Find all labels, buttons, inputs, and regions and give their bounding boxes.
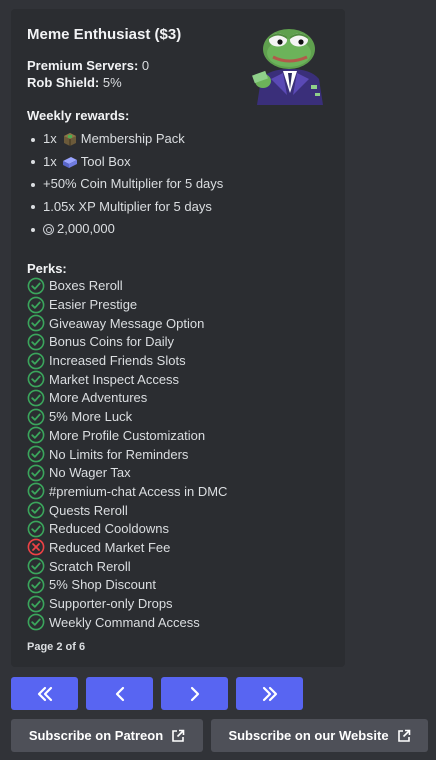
cross-circle-icon	[27, 539, 45, 556]
reward-item: 2,000,000	[27, 218, 329, 241]
weekly-rewards-list: 1x Membership Pack 1x Tool Box +50% Coin…	[27, 128, 329, 241]
pagination-buttons	[11, 677, 303, 710]
perk-item: Giveaway Message Option	[27, 314, 329, 333]
check-circle-icon	[27, 389, 45, 407]
tool-box-icon	[62, 156, 77, 168]
tier-embed: Meme Enthusiast ($3) Premium Servers: 0 …	[11, 9, 345, 667]
perk-item: Market Inspect Access	[27, 370, 329, 389]
perk-label: Scratch Reroll	[49, 558, 131, 574]
perk-label: Giveaway Message Option	[49, 315, 205, 331]
perk-item: Reduced Market Fee	[27, 538, 329, 557]
perk-label: Weekly Command Access	[49, 614, 200, 630]
perk-item: 5% Shop Discount	[27, 576, 329, 595]
perks-list: Boxes Reroll Easier Prestige Giveaway Mess…	[27, 277, 329, 632]
first-page-button[interactable]	[11, 677, 78, 710]
perk-item: Scratch Reroll	[27, 557, 329, 576]
perk-item: No Limits for Reminders	[27, 445, 329, 464]
rob-shield-label: Rob Shield:	[27, 75, 100, 90]
reward-text: 1.05x XP Multiplier for 5 days	[43, 198, 212, 214]
check-circle-icon	[27, 520, 45, 538]
weekly-rewards-heading: Weekly rewards:	[27, 108, 130, 123]
perk-item: Easier Prestige	[27, 295, 329, 314]
subscribe-links: Subscribe on Patreon Subscribe on our We…	[11, 719, 428, 752]
perk-label: Boxes Reroll	[49, 278, 123, 294]
reward-qty: 1x	[43, 131, 57, 146]
perk-item: More Profile Customization	[27, 426, 329, 445]
coin-icon	[43, 223, 54, 235]
perk-label: More Profile Customization	[49, 427, 206, 443]
subscribe-patreon-label: Subscribe on Patreon	[28, 728, 164, 743]
reward-item: 1x Membership Pack	[27, 128, 329, 151]
premium-servers-value: 0	[141, 58, 150, 73]
perk-label: Supporter-only Drops	[49, 596, 173, 612]
perk-item: Supporter-only Drops	[27, 594, 329, 613]
check-circle-icon	[27, 613, 45, 631]
perk-item: No Wager Tax	[27, 463, 329, 482]
perk-label: Easier Prestige	[49, 297, 138, 313]
check-circle-icon	[27, 557, 45, 575]
perk-label: Quests Reroll	[49, 502, 128, 518]
perk-label: Reduced Cooldowns	[49, 521, 169, 537]
subscribe-patreon-button[interactable]: Subscribe on Patreon	[11, 719, 203, 752]
perk-label: Reduced Market Fee	[49, 539, 171, 555]
check-circle-icon	[27, 352, 45, 369]
reward-text: +50% Coin Multiplier for 5 days	[43, 176, 224, 191]
check-circle-icon	[27, 464, 45, 482]
external-link-icon	[172, 729, 185, 742]
membership-pack-icon	[63, 133, 76, 147]
pepe-thumbnail-image	[252, 29, 323, 105]
next-page-button[interactable]	[161, 677, 228, 710]
embed-footer: Page 2 of 6	[27, 640, 86, 653]
perk-item: Bonus Coins for Daily	[27, 333, 329, 352]
perks-heading: Perks:	[27, 260, 67, 276]
reward-qty: 1x	[43, 153, 57, 169]
reward-item: 1.05x XP Multiplier for 5 days	[27, 196, 329, 219]
subscribe-website-button[interactable]: Subscribe on our Website	[211, 719, 428, 752]
check-circle-icon	[27, 333, 45, 351]
check-circle-icon	[27, 314, 45, 332]
perk-label: Increased Friends Slots	[49, 353, 186, 369]
perk-label: Bonus Coins for Daily	[49, 334, 174, 350]
check-circle-icon	[27, 445, 45, 463]
reward-text: Tool Box	[80, 153, 131, 169]
chevron-right-icon	[190, 686, 199, 701]
double-chevron-left-icon	[37, 686, 52, 701]
external-link-icon	[397, 729, 410, 742]
last-page-button[interactable]	[236, 677, 303, 710]
perk-item: More Adventures	[27, 389, 329, 408]
reward-text: Membership Pack	[80, 131, 185, 146]
check-circle-icon	[27, 426, 45, 444]
chevron-left-icon	[115, 686, 124, 701]
perk-label: #premium-chat Access in DMC	[49, 483, 228, 499]
perk-item: Increased Friends Slots	[27, 351, 329, 370]
perk-label: 5% Shop Discount	[49, 577, 156, 593]
perk-label: 5% More Luck	[49, 409, 133, 425]
perk-item: Weekly Command Access	[27, 613, 329, 632]
check-circle-icon	[27, 277, 45, 295]
subscribe-website-label: Subscribe on our Website	[228, 728, 389, 743]
perk-item: Reduced Cooldowns	[27, 519, 329, 538]
check-circle-icon	[27, 408, 45, 426]
reward-item: +50% Coin Multiplier for 5 days	[27, 173, 329, 196]
previous-page-button[interactable]	[86, 677, 153, 710]
check-circle-icon	[27, 296, 45, 313]
perk-item: #premium-chat Access in DMC	[27, 482, 329, 501]
perk-label: More Adventures	[49, 390, 148, 406]
reward-item: 1x Tool Box	[27, 151, 329, 174]
perk-item: 5% More Luck	[27, 407, 329, 426]
check-circle-icon	[27, 576, 45, 594]
double-chevron-right-icon	[262, 686, 277, 701]
check-circle-icon	[27, 501, 45, 519]
premium-servers-label: Premium Servers:	[27, 58, 139, 73]
perk-item: Boxes Reroll	[27, 277, 329, 296]
rob-shield-value: 5%	[102, 75, 122, 90]
perk-label: Market Inspect Access	[49, 371, 180, 387]
reward-text: 2,000,000	[57, 221, 115, 236]
perk-label: No Wager Tax	[49, 465, 131, 481]
perk-label: No Limits for Reminders	[49, 446, 189, 462]
check-circle-icon	[27, 483, 45, 500]
check-circle-icon	[27, 370, 45, 388]
perk-item: Quests Reroll	[27, 501, 329, 520]
check-circle-icon	[27, 595, 45, 612]
